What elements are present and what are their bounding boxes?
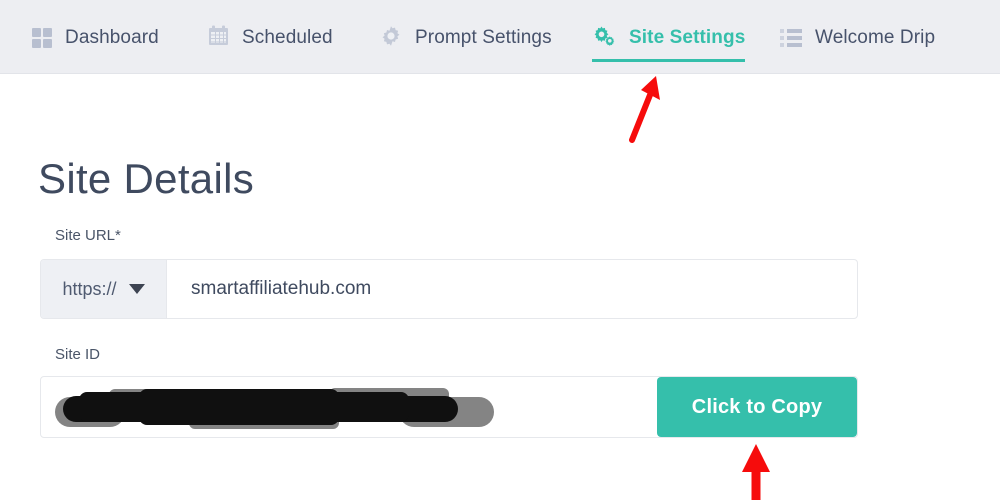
grid-icon [32, 28, 52, 48]
double-gear-icon [592, 24, 616, 52]
site-url-label: Site URL* [55, 227, 121, 244]
arrow-to-click-to-copy [726, 442, 790, 500]
nav-label-site-settings: Site Settings [629, 27, 746, 48]
arrow-to-site-settings-tab [612, 68, 692, 144]
active-tab-underline [592, 59, 746, 62]
chevron-down-icon [128, 284, 145, 294]
protocol-dropdown[interactable]: https:// [41, 260, 167, 318]
nav-item-scheduled[interactable]: Scheduled [208, 18, 333, 58]
nav-label-dashboard: Dashboard [65, 27, 159, 48]
nav-label-scheduled: Scheduled [242, 27, 333, 48]
site-id-redaction-overlay [49, 383, 494, 433]
calendar-icon [208, 25, 229, 51]
site-id-value[interactable] [41, 377, 657, 437]
nav-item-site-settings[interactable]: Site Settings [592, 18, 746, 62]
nav-label-prompt-settings: Prompt Settings [415, 27, 552, 48]
page-title: Site Details [38, 155, 255, 202]
site-id-field: Click to Copy [40, 376, 858, 438]
site-url-field: https:// [40, 259, 858, 319]
nav-item-welcome-drip[interactable]: Welcome Drip [780, 18, 935, 58]
gear-icon [380, 25, 402, 52]
nav-item-dashboard[interactable]: Dashboard [32, 18, 159, 58]
site-id-label: Site ID [55, 346, 101, 363]
main-navigation: Dashboard Scheduled Prompt Settings Site… [0, 0, 1000, 74]
protocol-value: https:// [62, 278, 117, 299]
click-to-copy-button[interactable]: Click to Copy [657, 377, 857, 437]
list-icon [780, 29, 802, 47]
site-url-input[interactable] [167, 260, 857, 318]
nav-item-prompt-settings[interactable]: Prompt Settings [380, 18, 552, 58]
site-settings-page: Dashboard Scheduled Prompt Settings Site… [0, 0, 1000, 500]
nav-label-welcome-drip: Welcome Drip [815, 27, 936, 48]
